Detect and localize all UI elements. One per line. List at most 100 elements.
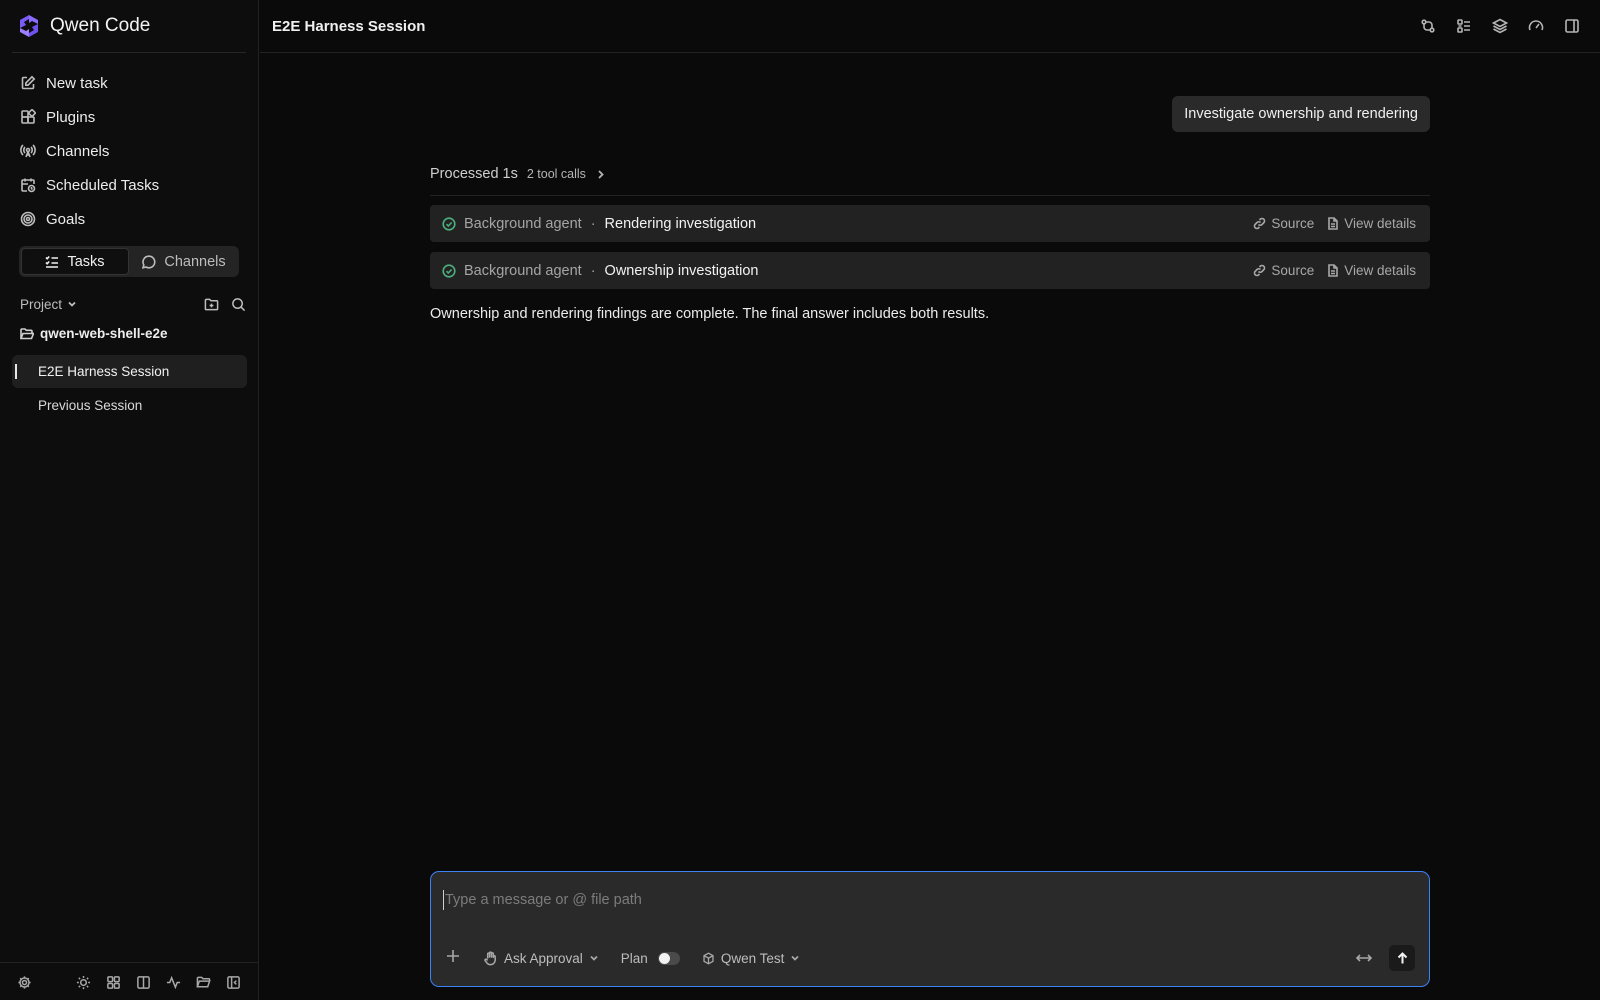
primary-nav: New task Plugins Channels Scheduled Task… [12, 66, 247, 236]
source-label: Source [1271, 263, 1315, 278]
agent-name: Rendering investigation [604, 215, 757, 232]
approval-label: Ask Approval [504, 950, 583, 966]
view-details-link[interactable]: View details [1326, 263, 1416, 278]
gear-icon[interactable] [17, 975, 32, 990]
nav-channels[interactable]: Channels [12, 134, 247, 168]
new-folder-icon[interactable] [204, 297, 219, 312]
link-icon [1254, 217, 1266, 230]
hand-icon [484, 950, 496, 965]
file-icon [1328, 264, 1339, 277]
broadcast-icon [20, 144, 36, 158]
agent-links: Source View details [1253, 263, 1416, 278]
tool-calls-count: 2 tool calls [526, 167, 586, 181]
nav-goals[interactable]: Goals [12, 202, 247, 236]
nav-label: Plugins [46, 108, 96, 126]
model-label: Qwen Test [720, 950, 785, 966]
nav-new-task[interactable]: New task [12, 66, 247, 100]
right-panel-icon[interactable] [1564, 18, 1580, 34]
edit-icon [21, 75, 36, 90]
message-circle-icon [142, 254, 156, 269]
session-item[interactable]: Previous Session [12, 389, 247, 422]
check-circle-icon [442, 216, 456, 231]
calendar-clock-icon [21, 178, 36, 193]
nav-plugins[interactable]: Plugins [12, 100, 247, 134]
agent-row: Background agent · Rendering investigati… [430, 205, 1430, 242]
grid-icon[interactable] [106, 975, 121, 990]
view-details-link[interactable]: View details [1326, 216, 1416, 231]
folder-icon[interactable] [196, 975, 211, 990]
nav-label: Channels [46, 142, 110, 160]
agent-name: Ownership investigation [604, 262, 759, 279]
tab-tasks-label: Tasks [67, 253, 105, 270]
link-icon [1254, 264, 1266, 277]
checklist-icon[interactable] [1456, 18, 1472, 34]
attach-button[interactable] [445, 948, 461, 969]
search-icon[interactable] [231, 297, 246, 312]
tab-channels-label: Channels [164, 253, 226, 270]
sidebar-view-switch: Tasks Channels [19, 246, 239, 277]
agent-row: Background agent · Ownership investigati… [430, 252, 1430, 289]
nav-label: New task [46, 74, 108, 92]
nav-label: Goals [46, 210, 86, 228]
list-checks-icon [45, 255, 59, 268]
chevron-down-icon [68, 301, 76, 307]
project-actions [204, 297, 246, 312]
divider [430, 195, 1430, 196]
project-folder[interactable]: qwen-web-shell-e2e [20, 326, 168, 341]
details-label: View details [1344, 216, 1416, 231]
qwen-logo-icon [20, 15, 38, 37]
agent-kind: Background agent [464, 215, 582, 232]
nav-scheduled-tasks[interactable]: Scheduled Tasks [12, 168, 247, 202]
plugins-icon [21, 109, 36, 124]
send-button[interactable] [1389, 945, 1415, 971]
plan-switch[interactable] [657, 951, 680, 965]
project-dropdown[interactable]: Project [20, 297, 77, 312]
message-composer: Ask Approval Plan Qwen Test [430, 871, 1430, 987]
layers-icon[interactable] [1492, 18, 1508, 34]
sun-icon[interactable] [76, 975, 91, 990]
message-input[interactable] [443, 890, 1417, 910]
separator-dot: · [590, 262, 596, 279]
file-icon [1328, 217, 1339, 230]
expand-horizontal-icon[interactable] [1355, 951, 1373, 965]
separator-dot: · [590, 215, 596, 232]
plan-label: Plan [620, 950, 648, 966]
agent-links: Source View details [1253, 216, 1416, 231]
footer-icons [76, 975, 241, 990]
nav-label: Scheduled Tasks [46, 176, 160, 194]
folder-name: qwen-web-shell-e2e [40, 326, 168, 341]
plus-icon [447, 949, 459, 962]
session-label: E2E Harness Session [38, 364, 170, 379]
activity-icon[interactable] [166, 975, 181, 990]
sidebar: Qwen Code New task Plugins Channels Sche… [0, 0, 259, 1000]
model-dropdown[interactable]: Qwen Test [702, 951, 801, 966]
arrow-up-icon [1397, 951, 1407, 963]
gauge-icon[interactable] [1528, 18, 1544, 34]
diff-icon[interactable] [1420, 18, 1436, 34]
chevron-right-icon [598, 169, 604, 179]
top-bar: E2E Harness Session [260, 0, 1600, 53]
processed-summary[interactable]: Processed 1s 2 tool calls [430, 166, 606, 182]
collapse-sidebar-icon[interactable] [226, 975, 241, 990]
tab-tasks[interactable]: Tasks [21, 248, 129, 275]
folder-open-icon [20, 327, 34, 339]
tab-channels[interactable]: Channels [131, 248, 237, 275]
app-name: Qwen Code [50, 15, 151, 36]
split-view-icon[interactable] [136, 975, 151, 990]
source-link[interactable]: Source [1253, 216, 1314, 231]
details-label: View details [1344, 263, 1416, 278]
chevron-down-icon [590, 955, 598, 961]
cube-icon [703, 951, 714, 965]
target-icon [20, 211, 36, 227]
check-circle-icon [442, 263, 456, 278]
plan-toggle[interactable]: Plan [621, 951, 680, 966]
approval-mode-dropdown[interactable]: Ask Approval [483, 951, 599, 966]
assistant-answer: Ownership and rendering findings are com… [430, 306, 990, 322]
chevron-down-icon [791, 955, 800, 961]
source-link[interactable]: Source [1253, 263, 1314, 278]
agent-kind: Background agent [464, 262, 582, 279]
project-header: Project [20, 294, 246, 314]
brand[interactable]: Qwen Code [16, 12, 150, 40]
header-actions [1420, 18, 1580, 34]
session-item-active[interactable]: E2E Harness Session [12, 355, 247, 388]
